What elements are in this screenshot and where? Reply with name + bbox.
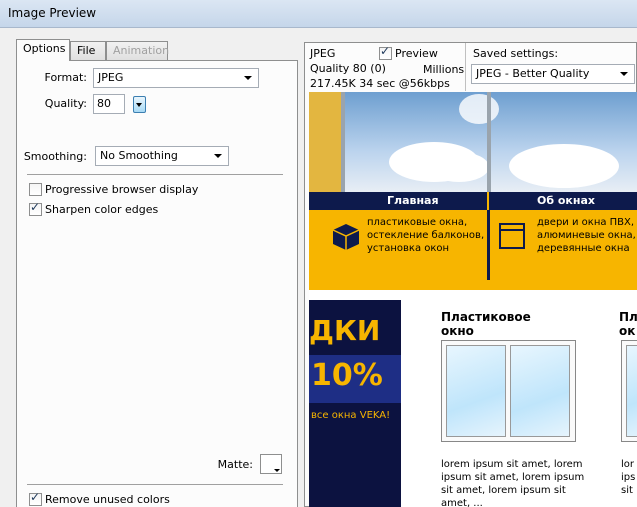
format-select[interactable]: JPEG	[93, 68, 259, 88]
chevron-down-icon	[620, 72, 628, 76]
chevron-down-icon	[274, 469, 280, 472]
window-icon	[499, 223, 525, 249]
product-description-2: lor ips sit	[621, 459, 636, 496]
cloud-shape	[429, 152, 489, 182]
product-title-2: Пл ок	[619, 310, 637, 338]
progressive-option[interactable]: Progressive browser display	[29, 183, 259, 197]
window-frame-divider	[341, 92, 345, 192]
site-nav: Главная Об окнах	[309, 192, 637, 210]
preview-size-time: 217.45K 34 sec @56kbps	[310, 77, 450, 90]
separator	[27, 174, 283, 175]
matte-label: Matte:	[217, 458, 253, 471]
sharpen-option[interactable]: ✓ Sharpen color edges	[29, 200, 259, 217]
smoothing-label: Smoothing:	[23, 150, 87, 163]
window-frame-divider	[487, 92, 491, 192]
promo-percent: 10%	[311, 358, 383, 393]
tab-file[interactable]: File	[70, 41, 106, 60]
feature-2-text: двери и окна ПВХ, алюминевые окна, дерев…	[537, 217, 636, 254]
quality-input[interactable]: 80	[93, 94, 125, 114]
banner-left-decor	[309, 92, 345, 192]
separator	[27, 484, 283, 485]
chevron-down-icon	[136, 103, 142, 107]
progressive-label: Progressive browser display	[45, 183, 199, 196]
window-pane	[510, 345, 570, 437]
preview-format: JPEG	[310, 47, 336, 60]
window-pane	[446, 345, 506, 437]
remove-unused-label: Remove unused colors	[45, 493, 170, 506]
format-value: JPEG	[98, 71, 124, 84]
saved-settings-select[interactable]: JPEG - Better Quality	[471, 64, 635, 84]
smoothing-value: No Smoothing	[100, 149, 178, 162]
feature-strip: пластиковые окна, остекление балконов, у…	[309, 210, 637, 290]
options-panel: Format: JPEG Quality: 80 Smoothing: No S…	[16, 60, 298, 507]
tab-animation: Animation	[106, 41, 169, 60]
nav-item-home: Главная	[387, 194, 439, 207]
tab-options[interactable]: Options	[16, 39, 70, 61]
progressive-checkbox[interactable]	[29, 183, 42, 196]
cloud-shape	[509, 144, 619, 188]
saved-settings-label: Saved settings:	[473, 47, 559, 60]
preview-quality: Quality 80 (0)	[310, 62, 386, 75]
feature-1-text: пластиковые окна, остекление балконов, у…	[367, 217, 485, 254]
quality-slider-button[interactable]	[133, 96, 146, 113]
product-description: lorem ipsum sit amet, lorem ipsum sit am…	[441, 459, 585, 507]
nav-divider	[487, 192, 489, 210]
cloud-shape	[459, 94, 499, 124]
preview-label: Preview	[395, 47, 438, 60]
box-icon	[332, 224, 360, 250]
window-image-2	[621, 340, 637, 442]
preview-image[interactable]: Главная Об окнах пластиковые окна, остек…	[309, 92, 637, 507]
remove-unused-option[interactable]: ✓ Remove unused colors	[29, 490, 259, 507]
nav-item-about: Об окнах	[537, 194, 596, 207]
check-icon: ✓	[30, 200, 41, 214]
sharpen-checkbox[interactable]: ✓	[29, 200, 42, 216]
chevron-down-icon	[214, 154, 222, 158]
window-image	[441, 340, 576, 442]
remove-unused-checkbox[interactable]: ✓	[29, 490, 42, 506]
color-depth: Millions	[423, 63, 465, 76]
check-icon: ✓	[380, 44, 391, 58]
feature-divider	[487, 210, 490, 280]
title-bar: Image Preview	[0, 0, 637, 28]
chevron-down-icon	[244, 76, 252, 80]
check-icon: ✓	[30, 490, 41, 504]
preview-option[interactable]: ✓ Preview	[379, 44, 459, 61]
saved-settings-value: JPEG - Better Quality	[476, 67, 590, 80]
window-title: Image Preview	[8, 6, 97, 20]
promo-banner: ДКИ 10% все окна VEKA!	[309, 300, 401, 507]
quality-label: Quality:	[44, 97, 87, 110]
promo-subtext: все окна VEKA!	[311, 410, 391, 421]
separator	[465, 43, 466, 91]
smoothing-select[interactable]: No Smoothing	[95, 146, 229, 166]
promo-heading: ДКИ	[309, 314, 381, 347]
product-title: Пластиковое окно	[441, 310, 531, 338]
preview-checkbox[interactable]: ✓	[379, 44, 392, 60]
format-label: Format:	[44, 71, 87, 84]
window-pane	[626, 345, 637, 437]
sharpen-label: Sharpen color edges	[45, 203, 159, 216]
matte-color-swatch[interactable]	[260, 454, 282, 474]
